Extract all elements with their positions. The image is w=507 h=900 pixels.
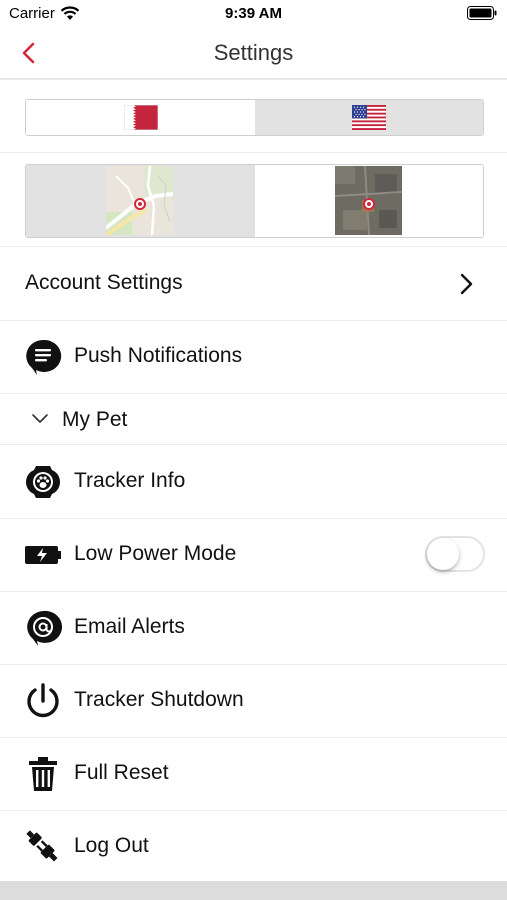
email-alerts-row[interactable]: Email Alerts: [0, 591, 507, 665]
tracker-shutdown-label: Tracker Shutdown: [74, 688, 244, 711]
chat-bubble-icon: [26, 339, 62, 375]
bottom-bar: [0, 881, 507, 900]
divider: [0, 152, 507, 153]
battery-bolt-icon: [25, 546, 61, 564]
low-power-mode-toggle[interactable]: [425, 536, 485, 572]
push-notifications-row[interactable]: Push Notifications: [0, 320, 507, 394]
street-map-icon: [106, 166, 173, 235]
my-pet-label: My Pet: [62, 408, 128, 431]
satellite-map-icon: [334, 166, 402, 235]
log-out-row[interactable]: Log Out: [0, 810, 507, 884]
account-settings-label: Account Settings: [25, 271, 183, 294]
unplug-icon: [26, 830, 58, 862]
settings-screen: Carrier 9:39 AM Settings Account Setting…: [0, 0, 507, 900]
full-reset-row[interactable]: Full Reset: [0, 737, 507, 811]
chevron-down-icon: [32, 414, 48, 423]
tracker-shutdown-row[interactable]: Tracker Shutdown: [0, 664, 507, 738]
full-reset-label: Full Reset: [74, 761, 169, 784]
low-power-mode-row: Low Power Mode: [0, 518, 507, 592]
power-icon: [27, 683, 59, 718]
paw-tracker-icon: [26, 466, 61, 498]
push-notifications-label: Push Notifications: [74, 344, 243, 367]
email-alerts-label: Email Alerts: [74, 615, 185, 638]
page-title: Settings: [213, 40, 294, 65]
at-sign-icon: [27, 610, 62, 646]
clock: 9:39 AM: [225, 5, 282, 22]
divider: [0, 79, 507, 80]
qatar-flag-icon: [124, 105, 158, 130]
status-bar: Carrier 9:39 AM: [0, 0, 507, 28]
map-option-street[interactable]: [26, 165, 255, 237]
log-out-label: Log Out: [74, 834, 149, 857]
account-settings-row[interactable]: Account Settings: [0, 247, 507, 321]
language-option-qatar[interactable]: [26, 100, 255, 135]
tracker-info-row[interactable]: Tracker Info: [0, 445, 507, 519]
map-type-selector: [25, 164, 484, 238]
my-pet-section-header[interactable]: My Pet: [0, 394, 507, 445]
chevron-right-icon: [460, 273, 473, 295]
low-power-mode-label: Low Power Mode: [74, 542, 237, 565]
language-option-usa[interactable]: [254, 100, 483, 135]
language-selector: [25, 99, 484, 136]
nav-bar: Settings: [0, 28, 507, 79]
trash-icon: [29, 757, 57, 791]
tracker-info-label: Tracker Info: [74, 469, 186, 492]
toggle-knob: [427, 538, 459, 570]
battery-icon: [467, 6, 497, 20]
map-option-satellite[interactable]: [254, 165, 483, 237]
usa-flag-icon: [351, 105, 386, 130]
